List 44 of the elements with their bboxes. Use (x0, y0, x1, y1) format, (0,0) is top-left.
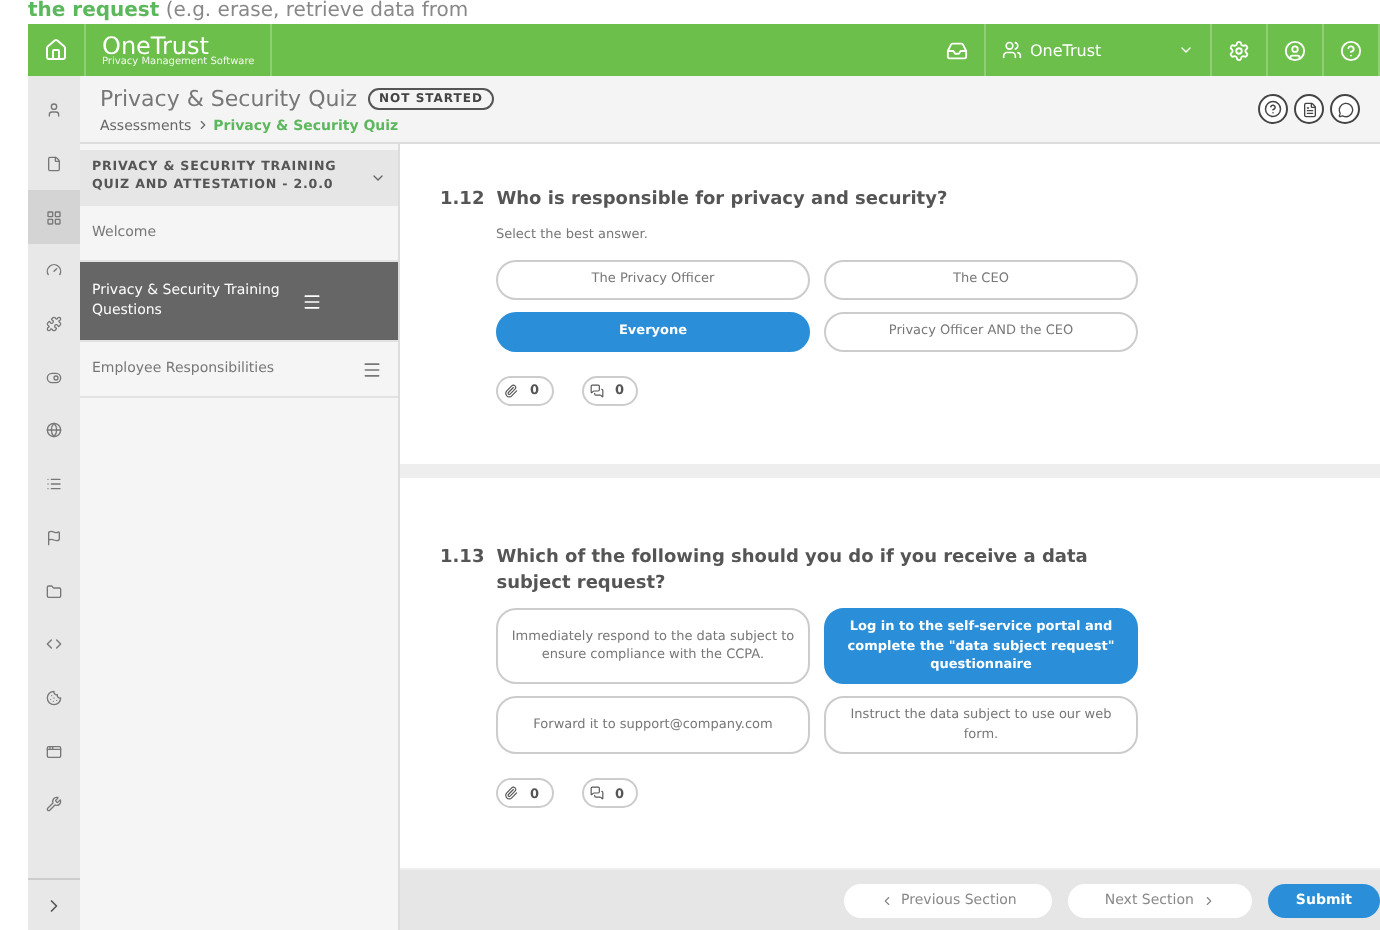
window-icon (46, 743, 62, 760)
gauge-icon (46, 262, 62, 279)
logo-text: OneTrust (102, 33, 211, 57)
speech-bubbles-icon (589, 786, 604, 801)
inbox-icon[interactable] (946, 39, 968, 61)
code-icon (46, 636, 62, 653)
help-icon[interactable] (1340, 39, 1362, 61)
chevron-down-icon[interactable] (1178, 42, 1194, 58)
user-icon[interactable] (1284, 39, 1306, 61)
document-icon (1301, 101, 1317, 117)
document-button[interactable] (1294, 94, 1324, 124)
folder-icon (46, 583, 62, 600)
backdrop-text: the request (e.g. erase, retrieve data from (26, 0, 471, 24)
users-icon (1002, 40, 1022, 60)
user-icon (46, 102, 62, 119)
page-title: Privacy & Security Quiz (100, 85, 358, 111)
speech-bubbles-icon (589, 383, 604, 398)
menu-icon[interactable] (362, 359, 382, 379)
flag-icon (46, 529, 62, 546)
cookie-icon (46, 689, 62, 706)
document-icon (46, 156, 62, 173)
settings-icon[interactable] (1228, 39, 1250, 61)
chevron-right-icon (195, 118, 210, 132)
home-icon[interactable] (44, 38, 68, 62)
chevron-right-icon (1201, 893, 1216, 907)
comment-button[interactable] (1330, 94, 1360, 124)
globe-icon (46, 422, 62, 439)
paperclip-icon (504, 786, 518, 801)
help-icon (1264, 100, 1282, 118)
help-button[interactable] (1258, 94, 1288, 124)
question-text: Who is responsible for privacy and security? (496, 188, 948, 214)
dropdown-caret-icon[interactable] (370, 170, 386, 186)
grid-icon (46, 209, 62, 226)
question-number: 1.12 (440, 188, 485, 214)
list-icon (46, 476, 62, 493)
wrench-icon (46, 796, 62, 813)
puzzle-icon (46, 316, 62, 333)
chevron-left-icon (879, 893, 894, 907)
question-text: Which of the following should you do if you receive a data subject request? (496, 546, 1090, 597)
paperclip-icon (504, 383, 518, 398)
speech-bubble-icon (1337, 101, 1353, 117)
menu-icon[interactable] (302, 291, 322, 311)
toggle-icon (46, 369, 62, 386)
question-number: 1.13 (440, 546, 485, 572)
